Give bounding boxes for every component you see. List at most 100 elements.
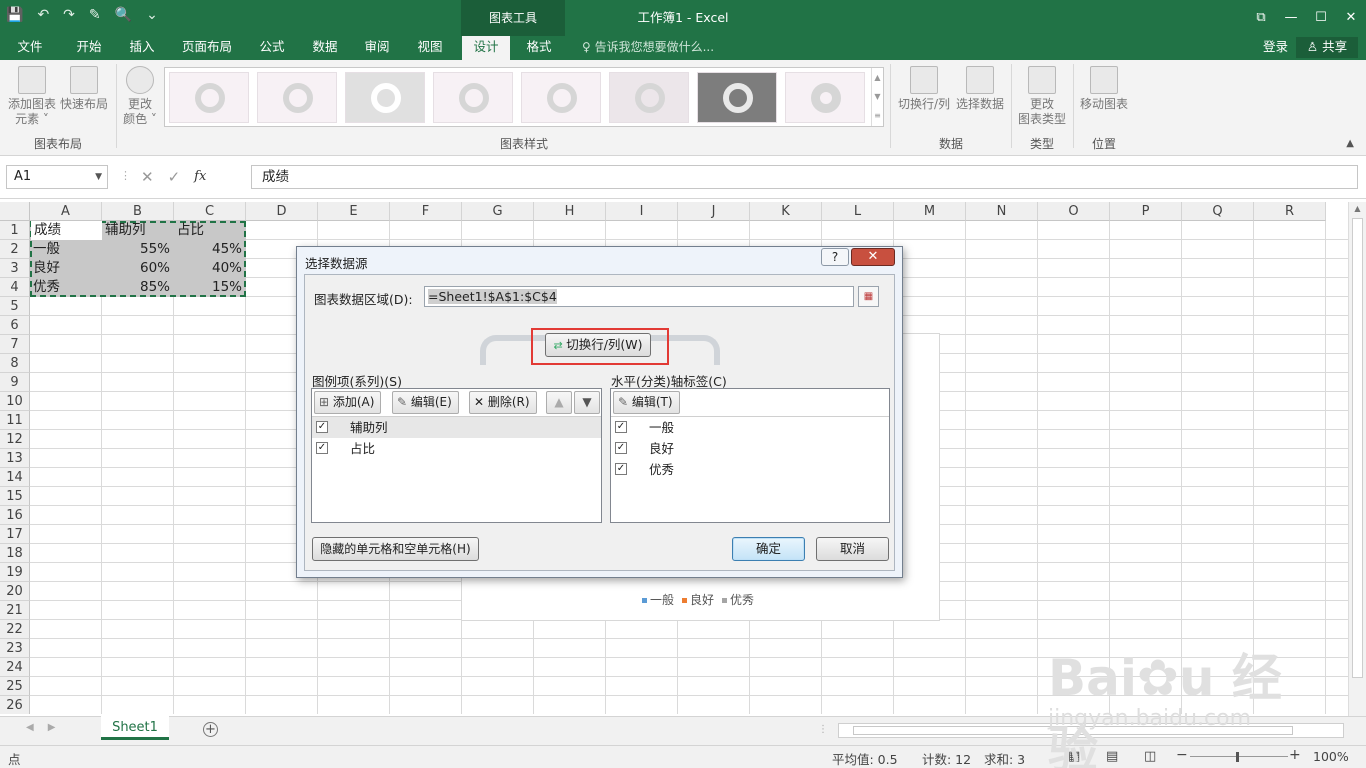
page-break-view-icon[interactable]: ◫	[1144, 749, 1156, 764]
row-header[interactable]: 1	[0, 221, 30, 240]
row-header[interactable]: 17	[0, 525, 30, 544]
column-header[interactable]: Q	[1182, 202, 1254, 221]
tab-view[interactable]: 视图	[409, 36, 451, 60]
row-header[interactable]: 12	[0, 430, 30, 449]
column-header[interactable]: I	[606, 202, 678, 221]
column-header[interactable]: P	[1110, 202, 1182, 221]
column-header[interactable]: O	[1038, 202, 1110, 221]
chart-style-thumb[interactable]	[257, 72, 337, 123]
column-header[interactable]: C	[174, 202, 246, 221]
series-checkbox[interactable]: ✓	[316, 442, 328, 454]
chart-style-thumb[interactable]	[609, 72, 689, 123]
zoom-slider[interactable]	[1190, 756, 1288, 757]
splitter-grip-icon[interactable]: ⋮	[818, 724, 828, 735]
horizontal-scroll-thumb[interactable]	[853, 726, 1293, 735]
zoom-slider-thumb[interactable]	[1236, 752, 1239, 762]
row-header[interactable]: 23	[0, 639, 30, 658]
chart-style-thumb[interactable]	[785, 72, 865, 123]
column-header[interactable]: B	[102, 202, 174, 221]
row-header[interactable]: 24	[0, 658, 30, 677]
row-header[interactable]: 8	[0, 354, 30, 373]
redo-icon[interactable]: ↷	[63, 7, 75, 23]
login-link[interactable]: 登录	[1263, 36, 1288, 58]
column-header[interactable]: D	[246, 202, 318, 221]
series-list-item[interactable]: ✓ 辅助列	[312, 417, 601, 438]
row-header[interactable]: 6	[0, 316, 30, 335]
row-header[interactable]: 21	[0, 601, 30, 620]
ok-button[interactable]: 确定	[732, 537, 805, 561]
tell-me-search[interactable]: ♀ 告诉我您想要做什么...	[582, 36, 714, 58]
cell[interactable]: 良好	[30, 259, 101, 278]
add-chart-element-button[interactable]: 添加图表 元素 ˅	[4, 66, 60, 127]
move-up-button[interactable]: ▲	[546, 391, 572, 414]
tab-insert[interactable]: 插入	[121, 36, 163, 60]
change-colors-button[interactable]: 更改 颜色 ˅	[120, 66, 160, 127]
tab-data[interactable]: 数据	[304, 36, 346, 60]
enter-formula-icon[interactable]: ✓	[168, 165, 181, 189]
print-preview-icon[interactable]: 🔍	[115, 7, 132, 23]
chart-styles-gallery[interactable]: ▲ ▼ ≡	[164, 67, 884, 127]
edit-axis-labels-button[interactable]: ✎ 编辑(T)	[613, 391, 680, 414]
row-header[interactable]: 14	[0, 468, 30, 487]
cell[interactable]: 占比	[174, 221, 245, 240]
cell[interactable]: 辅助列	[102, 221, 173, 240]
cell[interactable]: 40%	[174, 259, 245, 278]
select-all-corner[interactable]	[0, 202, 30, 221]
row-header[interactable]: 15	[0, 487, 30, 506]
column-header[interactable]: L	[822, 202, 894, 221]
tab-page-layout[interactable]: 页面布局	[176, 36, 238, 60]
tab-formulas[interactable]: 公式	[251, 36, 293, 60]
chart-style-thumb[interactable]	[169, 72, 249, 123]
collapse-ribbon-icon[interactable]: ▲	[1346, 138, 1354, 149]
delete-series-button[interactable]: ✕ 删除(R)	[469, 391, 537, 414]
series-list-item[interactable]: ✓ 占比	[312, 438, 601, 459]
column-header[interactable]: G	[462, 202, 534, 221]
column-header[interactable]: F	[390, 202, 462, 221]
page-layout-view-icon[interactable]: ▤	[1106, 749, 1118, 764]
zoom-level[interactable]: 100%	[1313, 749, 1349, 764]
column-header[interactable]: K	[750, 202, 822, 221]
cell[interactable]: 优秀	[30, 278, 101, 297]
cell[interactable]: 55%	[102, 240, 173, 259]
category-checkbox[interactable]: ✓	[615, 463, 627, 475]
move-down-button[interactable]: ▼	[574, 391, 600, 414]
column-header[interactable]: A	[30, 202, 102, 221]
row-header[interactable]: 4	[0, 278, 30, 297]
row-header[interactable]: 7	[0, 335, 30, 354]
cancel-formula-icon[interactable]: ✕	[141, 165, 154, 189]
undo-icon[interactable]: ↶	[37, 7, 49, 23]
row-header[interactable]: 25	[0, 677, 30, 696]
add-sheet-icon[interactable]: +	[203, 722, 218, 737]
quick-layout-button[interactable]: 快速布局	[58, 66, 110, 112]
formula-input[interactable]: 成绩	[251, 165, 1358, 189]
maximize-icon[interactable]: ☐	[1306, 0, 1336, 36]
touch-mode-icon[interactable]: ✎	[89, 7, 101, 23]
category-list-item[interactable]: ✓ 一般	[611, 417, 889, 438]
column-header[interactable]: N	[966, 202, 1038, 221]
row-header[interactable]: 5	[0, 297, 30, 316]
column-header[interactable]: M	[894, 202, 966, 221]
hidden-empty-cells-button[interactable]: 隐藏的单元格和空单元格(H)	[312, 537, 479, 561]
insert-function-icon[interactable]: fx	[194, 165, 206, 189]
move-chart-button[interactable]: 移动图表	[1076, 66, 1132, 112]
select-data-button[interactable]: 选择数据	[954, 66, 1006, 112]
vertical-scrollbar[interactable]: ▲	[1348, 202, 1366, 716]
column-header[interactable]: R	[1254, 202, 1326, 221]
row-header[interactable]: 16	[0, 506, 30, 525]
chart-style-thumb[interactable]	[521, 72, 601, 123]
category-list-item[interactable]: ✓ 良好	[611, 438, 889, 459]
column-header[interactable]: J	[678, 202, 750, 221]
category-checkbox[interactable]: ✓	[615, 421, 627, 433]
tab-file[interactable]: 文件	[0, 36, 60, 60]
minimize-icon[interactable]: —	[1276, 0, 1306, 36]
change-chart-type-button[interactable]: 更改 图表类型	[1014, 66, 1070, 127]
cancel-button[interactable]: 取消	[816, 537, 889, 561]
add-series-button[interactable]: ⊞ 添加(A)	[314, 391, 382, 414]
chart-style-thumb[interactable]	[345, 72, 425, 123]
horizontal-scrollbar[interactable]	[838, 723, 1344, 738]
row-header[interactable]: 2	[0, 240, 30, 259]
row-header[interactable]: 19	[0, 563, 30, 582]
tab-review[interactable]: 审阅	[356, 36, 398, 60]
row-header[interactable]: 9	[0, 373, 30, 392]
dialog-close-button[interactable]: ✕	[851, 248, 895, 266]
